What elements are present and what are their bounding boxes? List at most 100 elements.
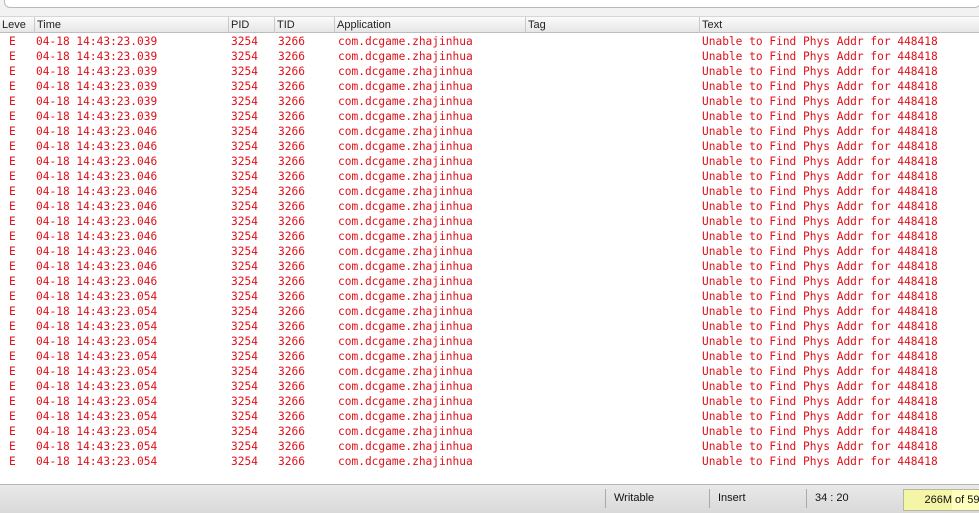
cell-pid: 3254	[231, 440, 258, 453]
table-row[interactable]: E 04-18 14:43:23.054 3254 3266 com.dcgame.zh…	[0, 424, 979, 439]
cell-time: 04-18 14:43:23.046	[36, 275, 158, 288]
cell-tag	[528, 409, 688, 424]
cell-time: 04-18 14:43:23.054	[36, 410, 158, 423]
cursor-position: 34 : 20	[806, 489, 898, 508]
table-row[interactable]: E 04-18 14:43:23.039 3254 3266 com.dcgame.zh…	[0, 34, 979, 49]
table-row[interactable]: E 04-18 14:43:23.046 3254 3266 com.dcgame.zh…	[0, 184, 979, 199]
writable-status: Writable	[605, 489, 705, 508]
cell-text: Unable to Find Phys Addr for 448418	[702, 305, 938, 318]
cell-level: E	[9, 425, 16, 438]
cell-tid: 3266	[278, 380, 305, 393]
cell-application: com.dcgame.zhajinhua	[338, 290, 473, 303]
table-row[interactable]: E 04-18 14:43:23.054 3254 3266 com.dcgame.zh…	[0, 364, 979, 379]
cell-tid: 3266	[278, 425, 305, 438]
cell-application: com.dcgame.zhajinhua	[338, 215, 473, 228]
cell-time: 04-18 14:43:23.046	[36, 185, 158, 198]
filter-input[interactable]	[4, 0, 979, 8]
cell-tid: 3266	[278, 320, 305, 333]
cell-level: E	[9, 65, 16, 78]
table-row[interactable]: E 04-18 14:43:23.046 3254 3266 com.dcgame.zh…	[0, 244, 979, 259]
log-table-body[interactable]: E 04-18 14:43:23.039 3254 3266 com.dcgame.zh…	[0, 34, 979, 469]
filter-bar	[0, 0, 979, 16]
cell-tag	[528, 319, 688, 334]
cell-application: com.dcgame.zhajinhua	[338, 200, 473, 213]
table-row[interactable]: E 04-18 14:43:23.046 3254 3266 com.dcgame.zh…	[0, 124, 979, 139]
cell-text: Unable to Find Phys Addr for 448418	[702, 440, 938, 453]
table-row[interactable]: E 04-18 14:43:23.054 3254 3266 com.dcgame.zh…	[0, 454, 979, 469]
cell-time: 04-18 14:43:23.054	[36, 365, 158, 378]
cell-tag	[528, 394, 688, 409]
cell-tag	[528, 334, 688, 349]
column-header-time[interactable]: Time	[35, 17, 229, 33]
cell-time: 04-18 14:43:23.054	[36, 320, 158, 333]
cell-application: com.dcgame.zhajinhua	[338, 440, 473, 453]
table-row[interactable]: E 04-18 14:43:23.046 3254 3266 com.dcgame.zh…	[0, 274, 979, 289]
cell-text: Unable to Find Phys Addr for 448418	[702, 425, 938, 438]
cell-level: E	[9, 395, 16, 408]
cell-application: com.dcgame.zhajinhua	[338, 170, 473, 183]
cell-tag	[528, 199, 688, 214]
column-header-application[interactable]: Application	[335, 17, 526, 33]
cell-level: E	[9, 305, 16, 318]
cell-application: com.dcgame.zhajinhua	[338, 140, 473, 153]
table-row[interactable]: E 04-18 14:43:23.039 3254 3266 com.dcgame.zh…	[0, 94, 979, 109]
table-row[interactable]: E 04-18 14:43:23.046 3254 3266 com.dcgame.zh…	[0, 259, 979, 274]
table-row[interactable]: E 04-18 14:43:23.054 3254 3266 com.dcgame.zh…	[0, 334, 979, 349]
cell-pid: 3254	[231, 230, 258, 243]
cell-level: E	[9, 110, 16, 123]
cell-time: 04-18 14:43:23.046	[36, 260, 158, 273]
cell-level: E	[9, 455, 16, 468]
column-header-tag[interactable]: Tag	[526, 17, 700, 33]
cell-tag	[528, 454, 688, 469]
column-header-text[interactable]: Text	[700, 17, 979, 33]
cell-application: com.dcgame.zhajinhua	[338, 410, 473, 423]
cell-text: Unable to Find Phys Addr for 448418	[702, 65, 938, 78]
cell-time: 04-18 14:43:23.046	[36, 230, 158, 243]
cell-tid: 3266	[278, 65, 305, 78]
cell-pid: 3254	[231, 245, 258, 258]
table-row[interactable]: E 04-18 14:43:23.054 3254 3266 com.dcgame.zh…	[0, 289, 979, 304]
cell-tid: 3266	[278, 200, 305, 213]
table-row[interactable]: E 04-18 14:43:23.046 3254 3266 com.dcgame.zh…	[0, 229, 979, 244]
cell-time: 04-18 14:43:23.039	[36, 65, 158, 78]
table-row[interactable]: E 04-18 14:43:23.039 3254 3266 com.dcgame.zh…	[0, 79, 979, 94]
table-row[interactable]: E 04-18 14:43:23.054 3254 3266 com.dcgame.zh…	[0, 394, 979, 409]
table-row[interactable]: E 04-18 14:43:23.046 3254 3266 com.dcgame.zh…	[0, 199, 979, 214]
memory-used: 266M	[904, 490, 952, 510]
cell-application: com.dcgame.zhajinhua	[338, 335, 473, 348]
cell-tag	[528, 364, 688, 379]
table-row[interactable]: E 04-18 14:43:23.046 3254 3266 com.dcgame.zh…	[0, 154, 979, 169]
cell-application: com.dcgame.zhajinhua	[338, 230, 473, 243]
cell-time: 04-18 14:43:23.054	[36, 425, 158, 438]
cell-tag	[528, 184, 688, 199]
table-row[interactable]: E 04-18 14:43:23.039 3254 3266 com.dcgame.zh…	[0, 49, 979, 64]
cell-tid: 3266	[278, 110, 305, 123]
table-row[interactable]: E 04-18 14:43:23.039 3254 3266 com.dcgame.zh…	[0, 64, 979, 79]
table-row[interactable]: E 04-18 14:43:23.046 3254 3266 com.dcgame.zh…	[0, 169, 979, 184]
cell-pid: 3254	[231, 455, 258, 468]
table-row[interactable]: E 04-18 14:43:23.054 3254 3266 com.dcgame.zh…	[0, 379, 979, 394]
table-row[interactable]: E 04-18 14:43:23.054 3254 3266 com.dcgame.zh…	[0, 409, 979, 424]
cell-pid: 3254	[231, 335, 258, 348]
table-row[interactable]: E 04-18 14:43:23.054 3254 3266 com.dcgame.zh…	[0, 319, 979, 334]
cell-text: Unable to Find Phys Addr for 448418	[702, 290, 938, 303]
cell-tag	[528, 139, 688, 154]
cell-text: Unable to Find Phys Addr for 448418	[702, 35, 938, 48]
cell-pid: 3254	[231, 80, 258, 93]
table-row[interactable]: E 04-18 14:43:23.054 3254 3266 com.dcgame.zh…	[0, 439, 979, 454]
column-header-tid[interactable]: TID	[275, 17, 335, 33]
cell-pid: 3254	[231, 35, 258, 48]
table-row[interactable]: E 04-18 14:43:23.039 3254 3266 com.dcgame.zh…	[0, 109, 979, 124]
table-row[interactable]: E 04-18 14:43:23.046 3254 3266 com.dcgame.zh…	[0, 139, 979, 154]
cell-tag	[528, 379, 688, 394]
cell-pid: 3254	[231, 140, 258, 153]
table-row[interactable]: E 04-18 14:43:23.046 3254 3266 com.dcgame.zh…	[0, 214, 979, 229]
table-row[interactable]: E 04-18 14:43:23.054 3254 3266 com.dcgame.zh…	[0, 304, 979, 319]
column-header-pid[interactable]: PID	[229, 17, 275, 33]
table-row[interactable]: E 04-18 14:43:23.054 3254 3266 com.dcgame.zh…	[0, 349, 979, 364]
memory-indicator[interactable]: 266M of 59	[903, 489, 979, 511]
cell-tid: 3266	[278, 95, 305, 108]
cell-time: 04-18 14:43:23.039	[36, 95, 158, 108]
cell-tid: 3266	[278, 260, 305, 273]
column-header-level[interactable]: Leve	[0, 17, 35, 33]
